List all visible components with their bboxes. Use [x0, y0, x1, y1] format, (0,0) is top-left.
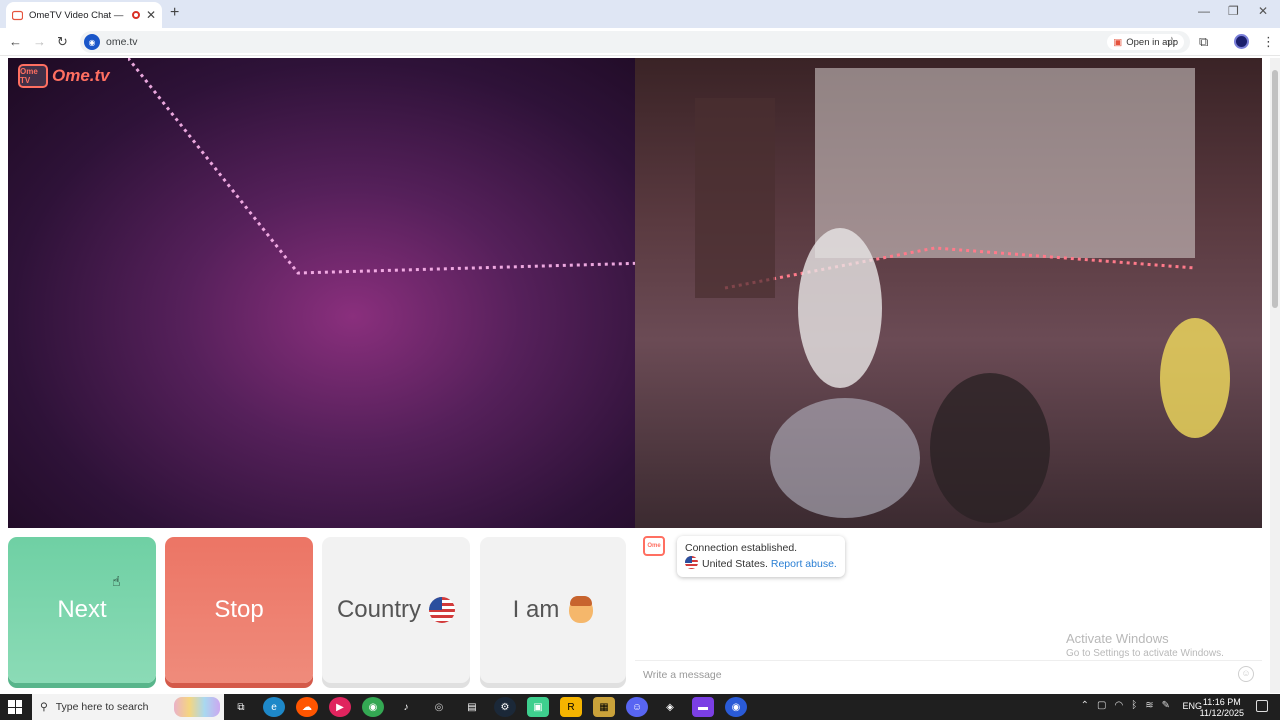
network-icon[interactable]: ≋: [1145, 700, 1153, 711]
app-icon-circle[interactable]: ◎: [428, 697, 450, 717]
profile-avatar[interactable]: [1234, 34, 1249, 49]
page-scrollbar[interactable]: [1270, 58, 1280, 693]
task-view-icon[interactable]: ⧉: [230, 697, 252, 717]
bookmark-star-icon[interactable]: ☆: [1166, 34, 1178, 50]
us-flag-small-icon: [685, 556, 698, 569]
forward-icon[interactable]: →: [33, 34, 46, 49]
app-icon-green[interactable]: ▣: [527, 697, 549, 717]
site-info-icon[interactable]: ◉: [84, 34, 100, 50]
country-label: Country: [336, 596, 422, 623]
watermark-title: Activate Windows: [1066, 631, 1169, 646]
country-line: United States. Report abuse.: [685, 556, 837, 572]
ometv-logo-icon: Ome TV: [18, 64, 48, 88]
rockstar-icon[interactable]: R: [560, 697, 582, 717]
clock-date: 11/12/2025: [1199, 708, 1244, 718]
taskbar-clock[interactable]: 11:16 PM 11/12/2025: [1200, 697, 1244, 719]
wifi-icon[interactable]: ◠: [1114, 700, 1123, 711]
report-abuse-link[interactable]: Report abuse.: [771, 558, 837, 570]
boy-emoji-icon: [569, 596, 594, 623]
system-message: Connection established. United States. R…: [677, 536, 845, 577]
us-flag-icon: [429, 597, 456, 623]
url-text: ome.tv: [106, 36, 138, 48]
emoji-icon[interactable]: ☺: [1238, 666, 1254, 682]
ometv-logo-text: Ome.tv: [52, 66, 110, 85]
address-bar[interactable]: ◉ ome.tv ▣ Open in app: [80, 31, 1190, 53]
open-app-icon: ▣: [1113, 36, 1123, 48]
stop-button[interactable]: Stop: [165, 537, 313, 683]
app-icon-purple[interactable]: ▬: [692, 697, 714, 717]
app-icon-yellow[interactable]: ▦: [593, 697, 615, 717]
mouse-cursor-icon: ☝: [112, 573, 121, 589]
windows-taskbar: ⚲ Type here to search ⧉ e ☁ ▶ ◉ ♪ ◎ ▤ ⚙ …: [0, 694, 1280, 720]
ometv-bot-icon: Ome: [643, 536, 665, 556]
soundcloud-icon[interactable]: ☁: [296, 697, 318, 717]
browser-toolbar: ← → ↻ ◉ ome.tv ▣ Open in app ☆ ⧉ ⋮: [0, 28, 1280, 56]
message-input[interactable]: Write a message: [635, 660, 1262, 688]
tray-chevron-icon[interactable]: ⌃: [1081, 700, 1089, 711]
connection-status-text: Connection established.: [685, 542, 798, 554]
search-placeholder: Type here to search: [55, 701, 149, 713]
browser-tab[interactable]: OmeTV Video Chat — Ome ✕: [6, 2, 162, 28]
edge-icon[interactable]: e: [263, 697, 285, 717]
country-button[interactable]: Country: [322, 537, 470, 683]
tab-title: OmeTV Video Chat — Ome: [29, 9, 126, 21]
close-window-icon[interactable]: ✕: [1258, 4, 1268, 18]
back-icon[interactable]: ←: [9, 34, 22, 49]
stranger-video: Ome TV Ome.tv: [8, 58, 635, 528]
taskbar-search[interactable]: ⚲ Type here to search: [32, 694, 224, 720]
search-doodle-icon: [174, 697, 220, 717]
ometv-favicon-icon: [12, 10, 23, 20]
menu-kebab-icon[interactable]: ⋮: [1262, 34, 1275, 50]
stop-label: Stop: [214, 596, 264, 623]
pen-icon[interactable]: ✎: [1162, 700, 1170, 711]
app-icon-epic[interactable]: ▤: [461, 697, 483, 717]
system-tray: ⌃ ▢ ◠ ᛒ ≋ ✎: [1081, 700, 1170, 711]
search-icon: ⚲: [40, 701, 48, 713]
iam-label: I am: [512, 596, 560, 623]
scrollbar-thumb[interactable]: [1272, 70, 1278, 308]
clock-time: 11:16 PM: [1202, 697, 1241, 707]
discord-icon[interactable]: ☺: [626, 697, 648, 717]
minimize-icon[interactable]: —: [1198, 4, 1210, 18]
close-tab-icon[interactable]: ✕: [146, 8, 156, 22]
chrome-active-icon[interactable]: ◉: [725, 697, 747, 717]
chat-panel: Ome Connection established. United State…: [635, 528, 1262, 688]
led-lights-decoration: [128, 58, 635, 275]
restore-icon[interactable]: ❐: [1228, 4, 1239, 18]
chrome-icon[interactable]: ◉: [362, 697, 384, 717]
room-scene-decoration: [695, 68, 1230, 523]
taskbar-apps: ⧉ e ☁ ▶ ◉ ♪ ◎ ▤ ⚙ ▣ R ▦ ☺ ◈ ▬ ◉: [230, 697, 747, 717]
gender-select-button[interactable]: I am: [480, 537, 626, 683]
tray-app-icon[interactable]: ▢: [1097, 700, 1106, 711]
self-camera-video: [635, 58, 1262, 528]
tiktok-icon[interactable]: ♪: [395, 697, 417, 717]
next-button[interactable]: Next: [8, 537, 156, 683]
notification-icon[interactable]: [1256, 700, 1268, 712]
watermark-subtitle: Go to Settings to activate Windows.: [1066, 648, 1224, 659]
next-label: Next: [57, 596, 107, 623]
windows-start-icon[interactable]: [8, 700, 22, 714]
stranger-country: United States.: [702, 558, 768, 570]
activate-windows-watermark: Activate Windows Go to Settings to activ…: [1066, 631, 1224, 659]
recording-indicator-icon: [131, 11, 140, 19]
media-player-icon[interactable]: ▶: [329, 697, 351, 717]
browser-tabstrip: OmeTV Video Chat — Ome ✕ + — ❐ ✕: [0, 0, 1280, 28]
new-tab-icon[interactable]: +: [170, 4, 179, 22]
bluetooth-icon[interactable]: ᛒ: [1131, 700, 1137, 711]
cast-icon[interactable]: ⧉: [1199, 34, 1208, 50]
app-icon-dark[interactable]: ◈: [659, 697, 681, 717]
steam-icon[interactable]: ⚙: [494, 697, 516, 717]
reload-icon[interactable]: ↻: [57, 34, 68, 50]
ometv-logo[interactable]: Ome TV Ome.tv: [18, 64, 110, 88]
